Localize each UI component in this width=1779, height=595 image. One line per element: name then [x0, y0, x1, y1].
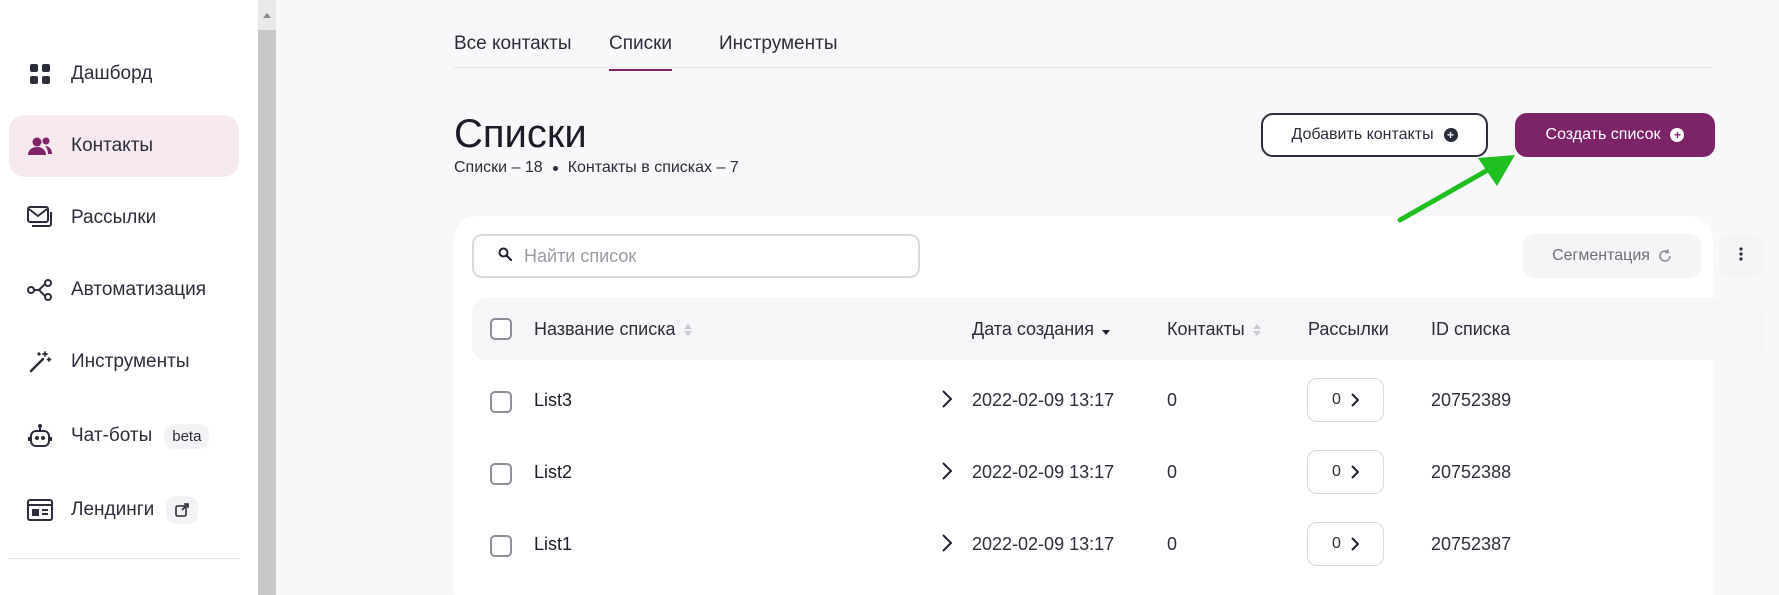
select-all-checkbox[interactable]: [490, 318, 512, 340]
created-date: 2022-02-09 13:17: [972, 462, 1115, 482]
refresh-icon: [1658, 249, 1672, 263]
list-id: 20752387: [1431, 534, 1512, 554]
sort-icon: [683, 323, 692, 336]
sort-desc-icon: [1101, 324, 1110, 335]
sidebar-item-label: Лендинги: [71, 499, 155, 520]
tab-lists[interactable]: Списки: [609, 33, 673, 71]
table-row[interactable]: List2 2022-02-09 13:17 0 0 20752388: [472, 438, 1763, 510]
tab-all-contacts[interactable]: Все контакты: [454, 33, 572, 69]
chevron-right-icon: [1351, 465, 1359, 479]
chevron-right-icon[interactable]: [942, 462, 953, 485]
external-link-icon[interactable]: [166, 496, 199, 524]
column-header-contacts[interactable]: Контакты: [1167, 319, 1261, 340]
list-name[interactable]: List3: [534, 390, 572, 411]
chevron-right-icon[interactable]: [942, 390, 953, 413]
column-header-id: ID списка: [1431, 319, 1511, 339]
segmentation-label: Сегментация: [1552, 247, 1650, 264]
more-vertical-icon: [1739, 246, 1743, 266]
mailings-count: 0: [1332, 535, 1341, 552]
mailings-count-button[interactable]: 0: [1307, 378, 1384, 422]
table-row[interactable]: List1 2022-02-09 13:17 0 0 20752387: [472, 510, 1763, 582]
sidebar-item-label: Рассылки: [71, 207, 157, 228]
sidebar-item-label: Инструменты: [71, 351, 190, 372]
robot-icon: [26, 422, 54, 450]
landing-icon: [26, 496, 54, 524]
column-header-mailings: Рассылки: [1308, 319, 1389, 339]
sidebar-item-chatbots[interactable]: Чат-боты beta: [9, 405, 239, 467]
created-date: 2022-02-09 13:17: [972, 534, 1115, 554]
chevron-right-icon: [1351, 537, 1359, 551]
sidebar-scrollbar[interactable]: [258, 0, 276, 595]
tab-bar: Все контакты Списки Инструменты: [454, 10, 1713, 71]
list-name[interactable]: List2: [534, 462, 572, 483]
sidebar-divider: [9, 558, 239, 559]
search-box[interactable]: [472, 234, 920, 278]
sidebar-item-label: Чат-боты: [71, 425, 153, 446]
table-header: Название списка Дата создания Контакты Р…: [472, 298, 1763, 360]
sidebar-item-tools[interactable]: Инструменты: [9, 331, 239, 393]
contacts-count: 0: [1167, 390, 1178, 410]
chevron-right-icon: [1351, 393, 1359, 407]
sidebar-item-label: Контакты: [71, 135, 154, 156]
add-contacts-label: Добавить контакты: [1291, 126, 1434, 143]
sidebar-item-mailings[interactable]: Рассылки: [9, 187, 239, 249]
create-list-label: Создать список: [1545, 126, 1661, 143]
row-checkbox[interactable]: [490, 463, 512, 485]
column-header-label: Дата создания: [972, 319, 1094, 339]
sidebar: Дашборд Контакты Рассылки Автоматизация: [0, 0, 258, 595]
app-page: Дашборд Контакты Рассылки Автоматизация: [0, 0, 1779, 595]
beta-badge: beta: [164, 423, 210, 449]
contacts-count: 0: [1167, 534, 1178, 554]
tab-tools[interactable]: Инструменты: [719, 33, 837, 69]
contacts-count: 0: [1167, 462, 1178, 482]
list-name[interactable]: List1: [534, 534, 572, 555]
create-list-button[interactable]: Создать список +: [1515, 113, 1715, 157]
lists-card: Сегментация Название списка Дата создан: [454, 216, 1763, 595]
search-input[interactable]: [524, 245, 884, 267]
created-date: 2022-02-09 13:17: [972, 390, 1115, 410]
sidebar-item-automation[interactable]: Автоматизация: [9, 259, 239, 321]
sort-icon: [1252, 323, 1261, 336]
mail-icon: [26, 204, 54, 232]
table-row[interactable]: List3 2022-02-09 13:17 0 0 20752389: [472, 366, 1763, 438]
sidebar-item-contacts[interactable]: Контакты: [9, 115, 239, 177]
page-stats: Списки – 18 Контакты в списках – 7: [454, 159, 739, 177]
column-header-created[interactable]: Дата создания: [972, 319, 1110, 340]
mailings-count: 0: [1332, 463, 1341, 480]
page-title: Списки: [454, 112, 587, 156]
segmentation-button[interactable]: Сегментация: [1523, 234, 1701, 278]
column-header-label: Название списка: [534, 319, 676, 339]
scroll-up-arrow-icon[interactable]: [258, 0, 276, 30]
mailings-count: 0: [1332, 391, 1341, 408]
column-header-label: Контакты: [1167, 319, 1245, 339]
mailings-count-button[interactable]: 0: [1307, 450, 1384, 494]
add-contacts-button[interactable]: Добавить контакты +: [1261, 113, 1488, 157]
sidebar-item-landings[interactable]: Лендинги: [9, 479, 239, 541]
sidebar-item-label: Автоматизация: [71, 279, 206, 300]
sidebar-item-label: Дашборд: [71, 63, 153, 84]
separator-dot: [552, 165, 558, 171]
contacts-in-lists-count: Контакты в списках – 7: [567, 159, 739, 176]
search-icon: [498, 247, 513, 266]
list-id: 20752388: [1431, 462, 1512, 482]
main-content: Все контакты Списки Инструменты Списки С…: [276, 10, 1779, 595]
list-id: 20752389: [1431, 390, 1512, 410]
row-checkbox[interactable]: [490, 391, 512, 413]
chevron-right-icon[interactable]: [942, 534, 953, 557]
magic-wand-icon: [26, 348, 54, 376]
dashboard-icon: [26, 60, 54, 88]
contacts-icon: [26, 132, 54, 160]
lists-count: Списки – 18: [454, 159, 543, 176]
sidebar-item-dashboard[interactable]: Дашборд: [9, 43, 239, 105]
automation-icon: [26, 276, 54, 304]
column-header-name[interactable]: Название списка: [534, 319, 692, 340]
plus-circle-icon: +: [1670, 128, 1685, 142]
plus-circle-icon: +: [1443, 128, 1458, 142]
more-options-button[interactable]: [1719, 234, 1763, 278]
mailings-count-button[interactable]: 0: [1307, 522, 1384, 566]
row-checkbox[interactable]: [490, 535, 512, 557]
